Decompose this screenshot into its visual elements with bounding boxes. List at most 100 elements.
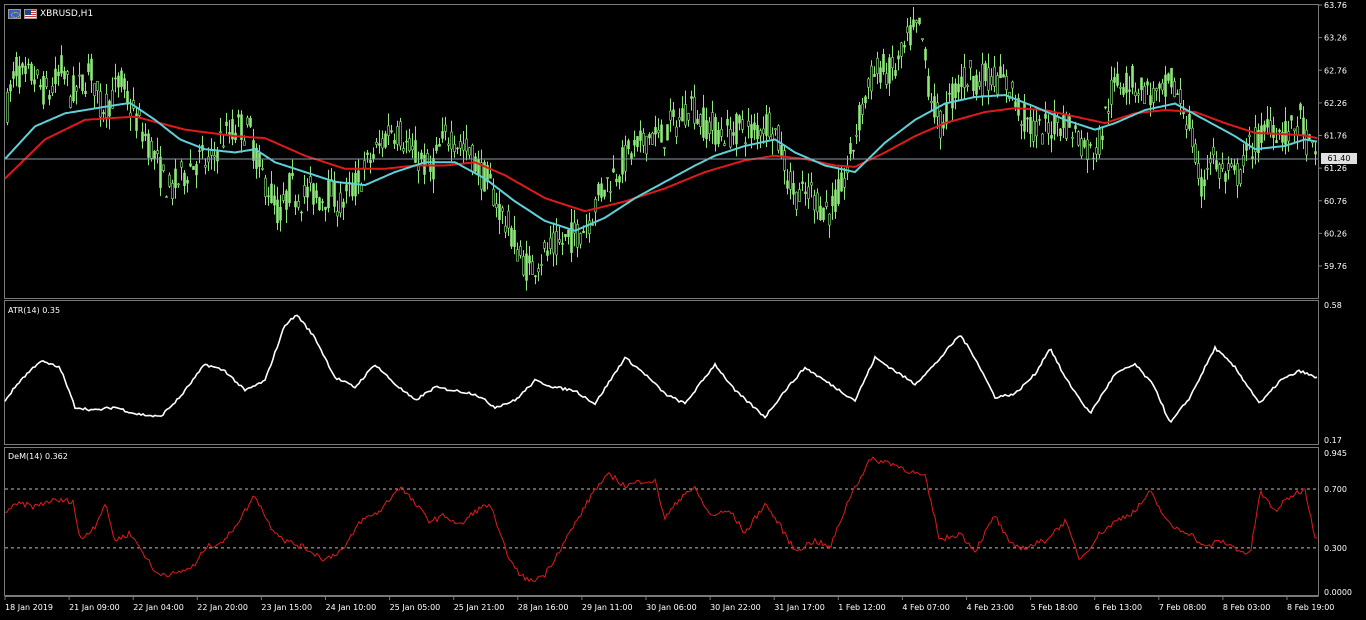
time-tick-label: 6 Feb 13:00	[1095, 603, 1142, 612]
candle-body	[990, 76, 993, 86]
candle-body	[1083, 140, 1086, 148]
candle-body	[726, 118, 729, 126]
candle-body	[636, 136, 639, 147]
candle-body	[882, 53, 885, 73]
candle-body	[9, 84, 12, 92]
candle-body	[1302, 117, 1305, 137]
candle-body	[756, 125, 759, 140]
candle-body	[1173, 81, 1176, 98]
candle-body	[1212, 146, 1215, 156]
candle-body	[1074, 125, 1077, 130]
candle-body	[90, 58, 93, 81]
candle-body	[954, 83, 957, 99]
candle-body	[1038, 119, 1041, 121]
candle-body	[12, 71, 15, 79]
candle-body	[753, 122, 756, 131]
candle-body	[177, 183, 180, 186]
candle-body	[102, 112, 105, 115]
candle-body	[810, 182, 813, 186]
candle-body	[501, 207, 504, 212]
candle-body	[615, 178, 618, 182]
candle-body	[831, 195, 834, 207]
candle-body	[30, 63, 33, 81]
candle-body	[708, 121, 711, 135]
candle-body	[861, 103, 864, 115]
candle-body	[867, 78, 870, 88]
candle-body	[975, 74, 978, 95]
time-tick-label: 18 Jan 2019	[5, 603, 53, 612]
price-tick-label: 60.26	[1324, 229, 1347, 238]
candle-body	[27, 63, 30, 66]
candle-body	[657, 129, 660, 133]
candle-body	[1026, 117, 1029, 120]
candle-body	[1089, 144, 1092, 146]
candle-body	[465, 138, 468, 152]
mt-chart-canvas[interactable]: 63.76 63.26 62.76 62.26 61.76 61.26 60.76 60.26…	[0, 0, 1366, 620]
candle-body	[408, 138, 411, 152]
candle-body	[360, 185, 363, 192]
candle-body	[1242, 155, 1245, 167]
candle-body	[1161, 82, 1164, 91]
candle-body	[531, 261, 534, 275]
dem-tick-label: 0.0000	[1324, 588, 1352, 597]
price-tick-label: 62.26	[1324, 99, 1347, 108]
candle-body	[51, 85, 54, 93]
candle-body	[1113, 77, 1116, 83]
candle-body	[534, 275, 537, 278]
candle-body	[264, 177, 267, 197]
candle-body	[327, 180, 330, 209]
candle-body	[1071, 136, 1074, 139]
candle-body	[957, 83, 960, 93]
candle-body	[543, 242, 546, 249]
candle-body	[495, 203, 498, 208]
candle-body	[567, 229, 570, 237]
candle-body	[606, 177, 609, 179]
candle-body	[1164, 74, 1167, 97]
candle-body	[81, 74, 84, 91]
candle-body	[381, 138, 384, 149]
candle-body	[249, 117, 252, 127]
time-tick-label: 28 Jan 16:00	[518, 603, 569, 612]
candle-body	[294, 201, 297, 208]
candle-body	[855, 135, 858, 137]
symbol-label: XBRUSD,H1	[40, 9, 94, 19]
candle-body	[1218, 164, 1221, 179]
candle-body	[342, 201, 345, 208]
candle-body	[600, 183, 603, 198]
candle-body	[675, 126, 678, 137]
candle-body	[396, 126, 399, 145]
candle-body	[99, 91, 102, 118]
candle-body	[114, 77, 117, 80]
candle-body	[1227, 163, 1230, 171]
candle-body	[153, 150, 156, 159]
candle-body	[246, 117, 249, 125]
candle-body	[891, 57, 894, 69]
candle-body	[804, 191, 807, 195]
candle-body	[927, 75, 930, 97]
candle-body	[1023, 102, 1026, 132]
candle-body	[1278, 129, 1281, 132]
candle-body	[45, 77, 48, 88]
candle-body	[87, 63, 90, 73]
candle-body	[681, 108, 684, 122]
time-tick-label: 29 Jan 11:00	[582, 603, 633, 612]
candle-body	[66, 71, 69, 75]
candle-body	[918, 17, 921, 24]
candle-body	[1266, 119, 1269, 128]
candle-body	[735, 113, 738, 145]
candle-body	[903, 45, 906, 48]
candle-body	[1188, 114, 1191, 129]
candle-body	[1263, 124, 1266, 132]
candle-body	[978, 81, 981, 87]
candle-body	[1029, 117, 1032, 134]
candle-body	[696, 118, 699, 124]
candle-body	[648, 134, 651, 139]
candle-body	[213, 155, 216, 158]
candle-body	[117, 75, 120, 88]
candle-body	[444, 124, 447, 132]
candle-body	[1062, 115, 1065, 129]
candle-body	[1044, 113, 1047, 119]
candle-body	[966, 84, 969, 87]
candle-body	[186, 179, 189, 184]
candle-body	[774, 128, 777, 131]
